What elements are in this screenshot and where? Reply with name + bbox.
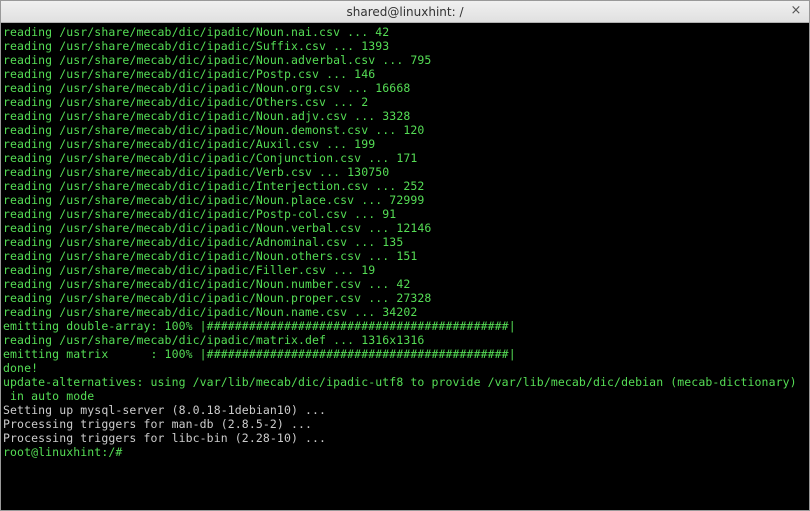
terminal-line: reading /usr/share/mecab/dic/ipadic/Noun…: [3, 277, 807, 291]
terminal-line: Setting up mysql-server (8.0.18-1debian1…: [3, 403, 807, 417]
terminal-line: reading /usr/share/mecab/dic/ipadic/Noun…: [3, 109, 807, 123]
prompt: root@linuxhint:/#: [3, 445, 122, 459]
terminal-line: Processing triggers for man-db (2.8.5-2)…: [3, 417, 807, 431]
window-title: shared@linuxhint: /: [346, 5, 463, 19]
terminal-line: reading /usr/share/mecab/dic/ipadic/Noun…: [3, 291, 807, 305]
terminal-line: reading /usr/share/mecab/dic/ipadic/Noun…: [3, 123, 807, 137]
prompt-line: root@linuxhint:/#: [3, 445, 807, 459]
titlebar[interactable]: shared@linuxhint: / ×: [1, 1, 809, 23]
terminal-line: emitting double-array: 100% |###########…: [3, 319, 807, 333]
terminal-line: reading /usr/share/mecab/dic/ipadic/Noun…: [3, 193, 807, 207]
terminal-line: reading /usr/share/mecab/dic/ipadic/Verb…: [3, 165, 807, 179]
terminal-line: reading /usr/share/mecab/dic/ipadic/Noun…: [3, 53, 807, 67]
terminal-line: update-alternatives: using /var/lib/meca…: [3, 375, 807, 389]
terminal-line: reading /usr/share/mecab/dic/ipadic/Fill…: [3, 263, 807, 277]
terminal-line: reading /usr/share/mecab/dic/ipadic/Othe…: [3, 95, 807, 109]
terminal-line: reading /usr/share/mecab/dic/ipadic/Post…: [3, 207, 807, 221]
close-icon[interactable]: ×: [789, 4, 803, 18]
terminal-line: done!: [3, 361, 807, 375]
terminal-line: reading /usr/share/mecab/dic/ipadic/Conj…: [3, 151, 807, 165]
terminal-line: reading /usr/share/mecab/dic/ipadic/Noun…: [3, 305, 807, 319]
terminal-line: emitting matrix : 100% |################…: [3, 347, 807, 361]
terminal-area[interactable]: reading /usr/share/mecab/dic/ipadic/Noun…: [1, 23, 809, 510]
terminal-line: in auto mode: [3, 389, 807, 403]
terminal-window: shared@linuxhint: / × reading /usr/share…: [0, 0, 810, 511]
cursor[interactable]: [122, 445, 129, 459]
terminal-line: reading /usr/share/mecab/dic/ipadic/Post…: [3, 67, 807, 81]
terminal-line: reading /usr/share/mecab/dic/ipadic/Suff…: [3, 39, 807, 53]
terminal-line: reading /usr/share/mecab/dic/ipadic/Auxi…: [3, 137, 807, 151]
terminal-line: Processing triggers for libc-bin (2.28-1…: [3, 431, 807, 445]
terminal-line: reading /usr/share/mecab/dic/ipadic/Noun…: [3, 221, 807, 235]
terminal-line: reading /usr/share/mecab/dic/ipadic/Adno…: [3, 235, 807, 249]
terminal-line: reading /usr/share/mecab/dic/ipadic/Inte…: [3, 179, 807, 193]
terminal-line: reading /usr/share/mecab/dic/ipadic/Noun…: [3, 249, 807, 263]
terminal-line: reading /usr/share/mecab/dic/ipadic/Noun…: [3, 25, 807, 39]
terminal-line: reading /usr/share/mecab/dic/ipadic/matr…: [3, 333, 807, 347]
terminal-line: reading /usr/share/mecab/dic/ipadic/Noun…: [3, 81, 807, 95]
